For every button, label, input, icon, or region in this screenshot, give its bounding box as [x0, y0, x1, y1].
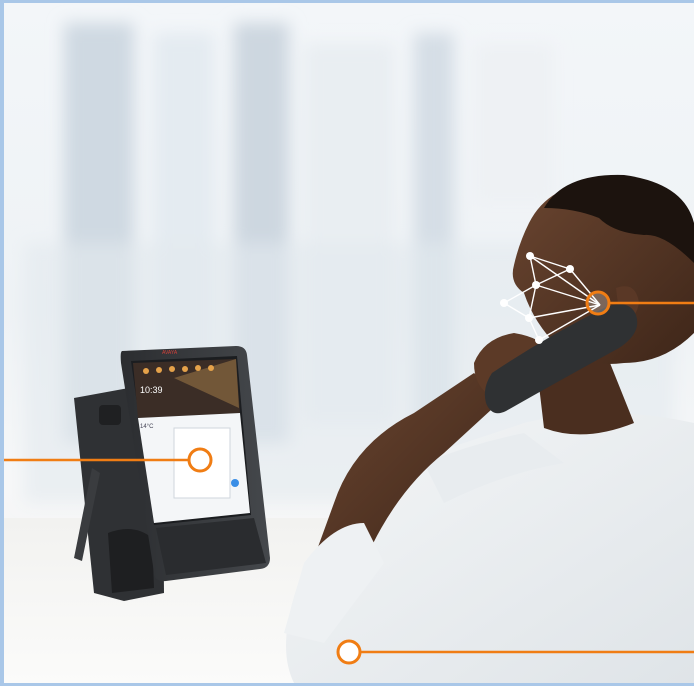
device-brand-label: AVAYA [162, 350, 178, 356]
photo-scene: AVAYA 10:39 14°C [4, 23, 694, 683]
device-temp: 14°C [140, 424, 154, 430]
hero-image: AVAYA 10:39 14°C [0, 0, 694, 686]
device-time: 10:39 [140, 385, 163, 395]
